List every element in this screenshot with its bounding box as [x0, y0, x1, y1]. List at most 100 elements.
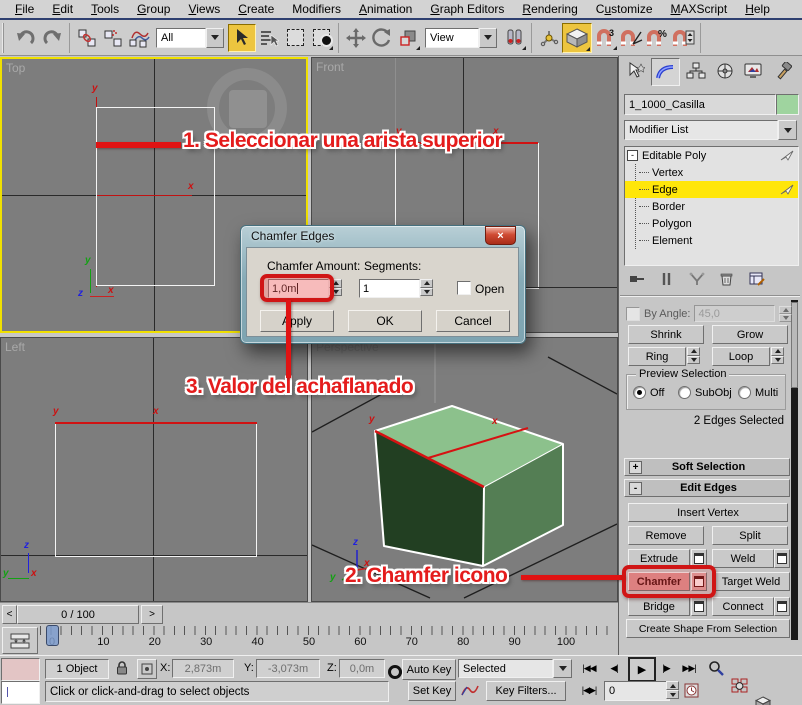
next-frame-button[interactable]: |▶ [656, 660, 676, 676]
y-coord-field[interactable]: -3,073m [256, 659, 320, 678]
frame-marker[interactable] [46, 625, 59, 646]
loop-button[interactable]: Loop [712, 347, 770, 366]
menu-customize[interactable]: Customize [587, 1, 662, 17]
select-and-manipulate-button[interactable] [536, 25, 562, 51]
percent-snap-button[interactable]: % [644, 25, 670, 51]
previous-frame-button[interactable]: ◀| [604, 660, 624, 676]
stack-item-border[interactable]: Border [625, 198, 798, 215]
auto-key-button[interactable]: Auto Key [402, 659, 456, 680]
connect-settings-button[interactable] [774, 597, 790, 616]
snaps-toggle-button[interactable] [562, 23, 592, 53]
loop-spinner[interactable] [771, 347, 784, 364]
key-filters-button[interactable]: Key Filters... [486, 681, 566, 701]
time-slider-next-button[interactable]: > [141, 605, 163, 624]
tab-display[interactable] [740, 58, 767, 84]
grow-button[interactable]: Grow [712, 325, 788, 344]
open-checkbox[interactable] [457, 281, 471, 295]
maxscript-mini-listener-white[interactable] [1, 681, 40, 704]
menu-edit[interactable]: Edit [43, 1, 82, 17]
make-unique-button[interactable] [686, 270, 707, 288]
select-and-link-button[interactable] [74, 25, 100, 51]
tab-hierarchy[interactable] [682, 58, 709, 84]
edit-edges-rollout[interactable]: - Edit Edges [624, 479, 790, 497]
menu-rendering[interactable]: Rendering [513, 1, 586, 17]
menu-grapheditors[interactable]: Graph Editors [421, 1, 513, 17]
z-coord-field[interactable]: 0,0m [339, 659, 385, 678]
use-pivot-point-center-button[interactable] [501, 25, 527, 51]
weld-settings-button[interactable] [774, 549, 790, 568]
collapse-toggle-icon[interactable]: - [627, 150, 638, 161]
stack-item-polygon[interactable]: Polygon [625, 215, 798, 232]
spinner-down-icon[interactable] [420, 288, 433, 297]
segments-spinner[interactable] [420, 279, 433, 296]
menu-modifiers[interactable]: Modifiers [283, 1, 350, 17]
menu-animation[interactable]: Animation [350, 1, 421, 17]
radio-subobj-icon[interactable] [678, 386, 691, 399]
modifier-list-dropdown[interactable]: Modifier List [624, 120, 797, 140]
play-button[interactable]: ▶ [628, 657, 656, 682]
undo-button[interactable] [13, 25, 39, 51]
bridge-button[interactable]: Bridge [628, 597, 690, 616]
by-angle-spinner[interactable] [779, 306, 792, 322]
stack-item-edge-selected[interactable]: Edge [625, 181, 798, 198]
current-frame-field[interactable]: 0 [604, 681, 670, 701]
selection-set-arrow[interactable] [553, 659, 572, 678]
frame-spinner[interactable] [666, 681, 679, 699]
insert-vertex-button[interactable]: Insert Vertex [628, 503, 788, 522]
preview-multi-radio[interactable]: Multi [738, 386, 778, 399]
bridge-settings-button[interactable] [691, 597, 707, 616]
absolute-offset-mode-button[interactable] [137, 659, 157, 679]
select-and-scale-button[interactable] [395, 25, 421, 51]
key-mode-toggle-button[interactable]: |◀▶| [578, 683, 600, 698]
selection-filter-arrow[interactable] [206, 28, 224, 48]
zoom-all-button[interactable] [729, 677, 750, 695]
object-color-swatch[interactable] [776, 94, 799, 115]
go-to-end-button[interactable]: ▶▶| [678, 660, 700, 676]
dialog-close-button[interactable]: × [485, 226, 516, 245]
split-button[interactable]: Split [712, 526, 788, 545]
x-coord-field[interactable]: 2,873m [172, 659, 234, 678]
set-key-button[interactable]: Set Key [408, 681, 456, 701]
remove-button[interactable]: Remove [628, 526, 704, 545]
track-bar[interactable]: 0102030405060708090100 [0, 624, 618, 656]
target-weld-button[interactable]: Target Weld [712, 572, 790, 591]
by-angle-checkbox[interactable] [626, 307, 640, 321]
tab-utilities[interactable] [769, 58, 796, 84]
tab-motion[interactable] [711, 58, 738, 84]
menu-tools[interactable]: Tools [82, 1, 128, 17]
angle-snap-button[interactable] [618, 25, 644, 51]
reference-coordinate-arrow[interactable] [479, 28, 497, 48]
by-angle-field[interactable]: 45,0 [694, 305, 775, 322]
redo-button[interactable] [39, 25, 65, 51]
radio-off-icon[interactable] [633, 386, 646, 399]
cancel-button[interactable]: Cancel [436, 310, 510, 332]
zoom-button[interactable] [705, 659, 726, 677]
ring-button[interactable]: Ring [628, 347, 686, 366]
show-end-result-button[interactable] [656, 270, 677, 288]
tab-create[interactable] [622, 58, 649, 84]
time-slider-prev-button[interactable]: < [2, 605, 17, 624]
object-name-field[interactable]: 1_1000_Casilla [624, 94, 776, 115]
preview-subobj-radio[interactable]: SubObj [678, 386, 732, 399]
remove-modifier-button[interactable] [716, 270, 737, 288]
configure-modifier-sets-button[interactable] [746, 270, 767, 288]
time-slider-track[interactable]: < 0 / 100 > [0, 602, 618, 625]
menu-views[interactable]: Views [179, 1, 229, 17]
snap-3d-button[interactable]: 3 [592, 25, 618, 51]
menu-group[interactable]: Group [128, 1, 179, 17]
ok-button[interactable]: OK [348, 310, 422, 332]
create-shape-button[interactable]: Create Shape From Selection [626, 619, 790, 638]
time-configuration-button[interactable] [682, 682, 700, 699]
segments-input[interactable]: 1 [359, 279, 420, 298]
ring-spinner[interactable] [687, 347, 700, 364]
unlink-selection-button[interactable] [100, 25, 126, 51]
select-by-name-button[interactable] [256, 25, 282, 51]
rectangular-selection-region-button[interactable] [282, 25, 308, 51]
preview-off-radio[interactable]: Off [633, 386, 664, 399]
soft-selection-rollout[interactable]: + Soft Selection [624, 458, 790, 476]
tab-modify[interactable] [651, 58, 680, 86]
selection-filter-dropdown[interactable]: All [156, 28, 224, 48]
open-mini-curve-editor-button[interactable] [2, 627, 38, 654]
modifier-list-arrow[interactable] [778, 120, 797, 140]
menu-maxscript[interactable]: MAXScript [662, 1, 737, 17]
